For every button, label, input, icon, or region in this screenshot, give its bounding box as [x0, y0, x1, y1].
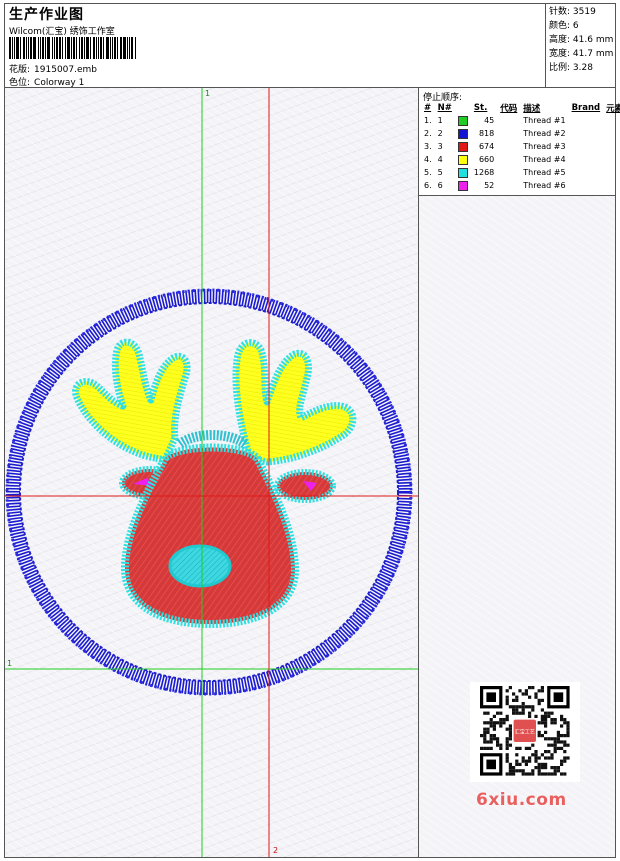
colorway-value: Colorway 1: [34, 78, 85, 88]
row-code: [497, 166, 520, 179]
svg-text:汇宝工艺: 汇宝工艺: [515, 729, 535, 736]
color-swatch: [457, 154, 468, 165]
header-info: 生产作业图 Wilcom(汇宝) 绣饰工作室 花版: 1915007.emb 色位…: [5, 4, 546, 88]
row-stitches: 45: [484, 116, 495, 125]
left-antler: [72, 338, 191, 464]
thread-row: 5. 5 1268 Thread #5: [421, 166, 620, 179]
stat-stitches: 针数: 3519: [549, 7, 596, 17]
stat-width: 宽度: 41.7 mm: [549, 49, 614, 59]
row-stitches: 1268: [473, 168, 495, 177]
thread-row: 6. 6 52 Thread #6: [421, 179, 620, 192]
row-swatch: [455, 114, 471, 127]
row-description: Thread #4: [523, 155, 566, 164]
row-swatch: [455, 140, 471, 153]
thread-table: # N# St. 代码 描述 Brand 元素 1. 1 45 Thread #1 2.…: [421, 102, 620, 192]
thread-row: 3. 3 674 Thread #3: [421, 140, 620, 153]
row-swatch: [455, 127, 471, 140]
guide-marker-left: 1: [7, 659, 13, 668]
row-swatch: [455, 153, 471, 166]
stop-sequence: 停止顺序: # N# St. 代码 描述 Brand 元素 1. 1 45 Threa…: [419, 88, 620, 196]
color-swatch: [457, 128, 468, 139]
stat-ratio: 比例: 3.28: [549, 63, 593, 73]
row-index: 5.: [424, 168, 432, 177]
stat-colors: 颜色: 6: [549, 21, 579, 31]
row-index: 4.: [424, 155, 432, 164]
right-antler: [232, 339, 357, 466]
company-name: Wilcom(汇宝) 绣饰工作室: [9, 27, 115, 37]
row-code: [497, 153, 520, 166]
thread-row: 4. 4 660 Thread #4: [421, 153, 620, 166]
row-code: [497, 179, 520, 192]
color-swatch: [457, 167, 468, 178]
thread-table-header: # N# St. 代码 描述 Brand 元素: [424, 103, 620, 114]
row-description: Thread #2: [523, 129, 566, 138]
row-description: Thread #6: [523, 181, 566, 190]
qr-code: 汇宝工艺: [470, 682, 580, 782]
colorway-row: 色位: Colorway 1: [9, 75, 84, 88]
row-needle: 1: [437, 116, 443, 125]
sheet-title: 生产作业图: [9, 7, 84, 23]
row-description: Thread #1: [523, 116, 566, 125]
row-needle: 2: [437, 129, 443, 138]
row-swatch: [455, 179, 471, 192]
row-description: Thread #5: [523, 168, 566, 177]
row-code: [497, 114, 520, 127]
row-needle: 4: [437, 155, 443, 164]
barcode: [9, 37, 145, 59]
design-file: 1915007.emb: [34, 65, 98, 75]
row-stitches: 818: [478, 129, 495, 138]
row-code: [497, 140, 520, 153]
embroidery-drawing: [5, 88, 418, 857]
qr-code-image: 汇宝工艺: [480, 686, 570, 776]
row-description: Thread #3: [523, 142, 566, 151]
row-index: 3.: [424, 142, 432, 151]
row-swatch: [455, 166, 471, 179]
color-swatch: [457, 180, 468, 191]
row-stitches: 660: [478, 155, 495, 164]
row-needle: 6: [437, 181, 443, 190]
watermark-text: 6xiu.com: [476, 790, 567, 810]
row-index: 2.: [424, 129, 432, 138]
row-index: 1.: [424, 116, 432, 125]
design-label: 花版:: [9, 65, 31, 75]
design-row: 花版: 1915007.emb: [9, 62, 97, 75]
color-swatch: [457, 115, 468, 126]
thread-row: 1. 1 45 Thread #1: [421, 114, 620, 127]
design-stats: 针数: 3519 颜色: 6 高度: 41.6 mm 宽度: 41.7 mm 比…: [546, 4, 615, 88]
stat-height: 高度: 41.6 mm: [549, 35, 614, 45]
row-index: 6.: [424, 181, 432, 190]
color-swatch: [457, 141, 468, 152]
row-stitches: 674: [478, 142, 495, 151]
design-preview: 1 1 2: [5, 88, 419, 857]
row-stitches: 52: [484, 181, 495, 190]
row-needle: 3: [437, 142, 443, 151]
row-code: [497, 127, 520, 140]
guide-marker-bottom: 2: [273, 846, 279, 855]
row-needle: 5: [437, 168, 443, 177]
colorway-label: 色位:: [9, 78, 31, 88]
guide-marker-top: 1: [205, 89, 211, 98]
thread-row: 2. 2 818 Thread #2: [421, 127, 620, 140]
